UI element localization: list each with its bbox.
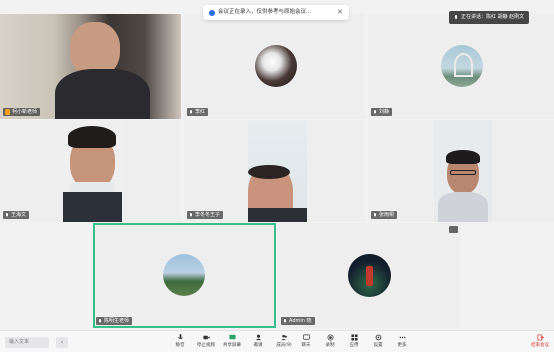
mic-icon bbox=[374, 109, 376, 113]
mic-icon bbox=[374, 212, 376, 216]
host-mic-icon bbox=[5, 109, 10, 115]
info-icon bbox=[209, 9, 215, 16]
leave-icon bbox=[537, 334, 544, 341]
participant-tile-8[interactable]: Admin 晓 bbox=[278, 223, 461, 328]
close-icon[interactable]: ✕ bbox=[337, 5, 343, 20]
record-button[interactable]: 录制 bbox=[320, 334, 340, 351]
text-input[interactable]: 输入文本 bbox=[5, 337, 49, 348]
apps-icon bbox=[350, 334, 358, 341]
mic-icon bbox=[284, 318, 286, 322]
participant-label-8: Admin 晓 bbox=[281, 317, 315, 325]
participant-avatar-8 bbox=[348, 254, 391, 297]
mute-button[interactable]: 静音 bbox=[170, 334, 190, 351]
participant-label-1: 柯小新老师 bbox=[3, 108, 41, 116]
speaking-indicator: 正在讲话：陈红 胡静 赵刚文 bbox=[449, 11, 529, 24]
meeting-toolbar: 输入文本 ‹ 静音 停止视频 共享屏幕 邀请 成员(9) 聊天 录制 应用 设置… bbox=[0, 330, 554, 352]
settings-icon bbox=[375, 334, 381, 341]
participant-tile-4[interactable]: 王海文 bbox=[0, 120, 181, 222]
mic-icon bbox=[99, 318, 101, 322]
participant-label-3: 刘静 bbox=[371, 108, 393, 116]
participant-video-5 bbox=[248, 120, 307, 222]
more-icon bbox=[399, 336, 405, 339]
participant-video-4 bbox=[63, 120, 122, 222]
participant-tile-7[interactable]: 陈明生老师 bbox=[93, 223, 276, 328]
camera-icon bbox=[202, 335, 210, 340]
mic-icon bbox=[177, 334, 183, 340]
participant-tile-2[interactable]: 李红 bbox=[184, 14, 365, 119]
mic-icon bbox=[455, 14, 457, 19]
mic-icon bbox=[190, 109, 192, 113]
participant-video-6 bbox=[434, 120, 492, 222]
participant-label-5: 李冬冬王子 bbox=[187, 211, 224, 219]
participant-video-1 bbox=[0, 14, 181, 119]
participant-avatar-7 bbox=[163, 254, 205, 296]
chevron-left-icon[interactable]: ‹ bbox=[56, 337, 68, 348]
participant-avatar-3 bbox=[441, 45, 483, 87]
participant-tile-1[interactable]: 柯小新老师 bbox=[0, 14, 181, 119]
members-icon bbox=[280, 334, 287, 341]
members-button[interactable]: 成员(9) bbox=[274, 334, 294, 351]
participant-tile-6[interactable]: 张雨桐 bbox=[368, 120, 554, 222]
share-screen-icon bbox=[228, 334, 236, 340]
settings-button[interactable]: 设置 bbox=[368, 334, 388, 351]
chat-button[interactable]: 聊天 bbox=[296, 334, 316, 351]
share-screen-button[interactable]: 共享屏幕 bbox=[222, 334, 242, 351]
tile-options-button[interactable] bbox=[449, 226, 458, 233]
participant-label-6: 张雨桐 bbox=[371, 211, 398, 219]
invite-button[interactable]: 邀请 bbox=[248, 334, 268, 351]
record-icon bbox=[327, 334, 333, 341]
invite-icon bbox=[255, 334, 261, 341]
stop-video-button[interactable]: 停止视频 bbox=[196, 334, 216, 351]
participant-label-2: 李红 bbox=[187, 108, 209, 116]
participant-label-4: 王海文 bbox=[3, 211, 30, 219]
apps-button[interactable]: 应用 bbox=[344, 334, 364, 351]
more-button[interactable]: 更多 bbox=[392, 334, 412, 351]
mic-icon bbox=[6, 212, 8, 216]
end-meeting-button[interactable]: 结束会议 bbox=[530, 334, 550, 351]
notice-text: 会议正在录入，仅供参考与原始会议... bbox=[218, 9, 312, 15]
participant-tile-3[interactable]: 刘静 bbox=[368, 14, 554, 119]
participant-label-7: 陈明生老师 bbox=[96, 317, 133, 325]
mic-icon bbox=[190, 212, 192, 216]
recording-notice: 会议正在录入，仅供参考与原始会议... ✕ bbox=[203, 5, 349, 20]
participant-avatar-2 bbox=[255, 45, 297, 87]
participant-tile-5[interactable]: 李冬冬王子 bbox=[184, 120, 365, 222]
chat-icon bbox=[302, 334, 310, 340]
